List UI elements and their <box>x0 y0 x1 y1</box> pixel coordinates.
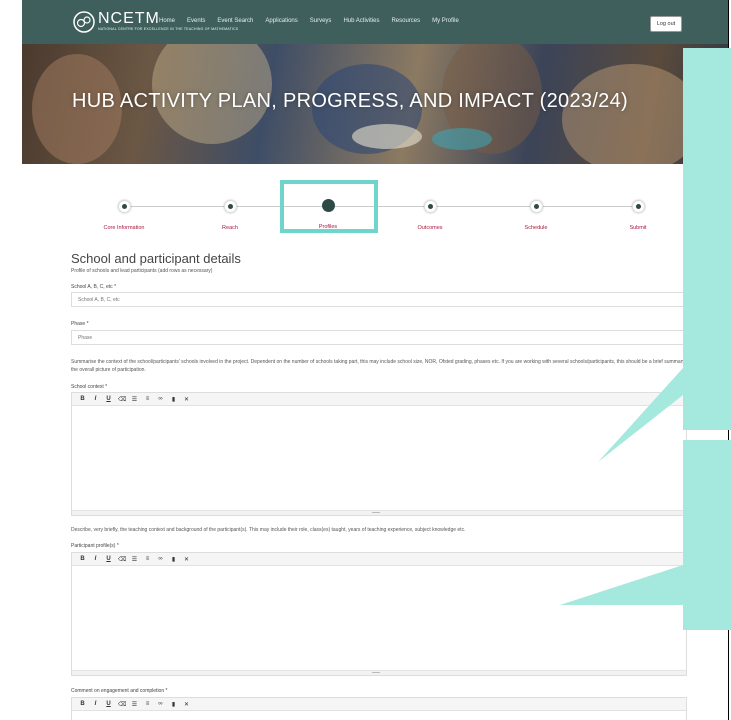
left-frame <box>0 0 23 720</box>
step-label: Schedule <box>524 225 548 231</box>
phase-input[interactable] <box>71 330 687 345</box>
engagement-label: Comment on engagement and completion * <box>71 688 168 694</box>
underline-icon[interactable]: U <box>105 701 112 707</box>
nav-hub-activities[interactable]: Hub Activities <box>343 18 379 24</box>
ncetm-logo-icon[interactable] <box>70 11 98 33</box>
step-core-information[interactable]: Core Information <box>84 200 164 231</box>
nav-events[interactable]: Events <box>187 18 205 24</box>
profile-help-text: Describe, very briefly, the teaching con… <box>71 527 466 533</box>
source-icon[interactable]: ▮ <box>170 556 177 563</box>
step-reach[interactable]: Reach <box>190 200 270 231</box>
step-label: Reach <box>222 225 238 231</box>
bullet-list-icon[interactable]: ☰ <box>131 556 138 563</box>
step-label: Submit <box>629 225 647 231</box>
remove-format-icon[interactable]: ⌫ <box>118 556 126 563</box>
participant-profile-editor[interactable]: B I U ⌫ ☰ ≡ ∞ ▮ ✕ <box>71 552 687 676</box>
fullscreen-icon[interactable]: ✕ <box>183 396 190 403</box>
step-dot-icon <box>223 200 237 213</box>
fullscreen-icon[interactable]: ✕ <box>183 556 190 563</box>
bold-icon[interactable]: B <box>79 396 86 402</box>
context-help-text: Summarise the context of the school/part… <box>71 359 691 373</box>
editor-toolbar: B I U ⌫ ☰ ≡ ∞ ▮ ✕ <box>72 553 686 566</box>
bullet-list-icon[interactable]: ☰ <box>131 396 138 403</box>
step-label: Core Information <box>103 225 145 231</box>
numbered-list-icon[interactable]: ≡ <box>144 701 151 707</box>
school-context-label: School context * <box>71 384 108 390</box>
page: NCETM NATIONAL CENTRE FOR EXCELLENCE IN … <box>22 0 728 720</box>
remove-format-icon[interactable]: ⌫ <box>118 701 126 708</box>
underline-icon[interactable]: U <box>105 396 112 402</box>
resize-handle[interactable] <box>72 670 686 675</box>
fullscreen-icon[interactable]: ✕ <box>183 701 190 708</box>
italic-icon[interactable]: I <box>92 701 99 707</box>
editor-toolbar: B I U ⌫ ☰ ≡ ∞ ▮ ✕ <box>72 393 686 406</box>
underline-icon[interactable]: U <box>105 556 112 562</box>
active-step-highlight <box>280 180 378 233</box>
logout-button[interactable]: Log out <box>650 16 682 32</box>
step-dot-icon <box>631 200 645 213</box>
step-schedule[interactable]: Schedule <box>496 200 576 231</box>
source-icon[interactable]: ▮ <box>170 701 177 708</box>
step-label: Outcomes <box>417 225 443 231</box>
step-dot-icon <box>117 200 131 213</box>
right-frame <box>728 0 729 720</box>
remove-format-icon[interactable]: ⌫ <box>118 396 126 403</box>
link-icon[interactable]: ∞ <box>157 701 164 707</box>
school-input[interactable] <box>71 292 687 307</box>
logo-subtitle: NATIONAL CENTRE FOR EXCELLENCE IN THE TE… <box>98 27 239 31</box>
section-subtitle: Profile of schools and lead participants… <box>71 268 213 274</box>
hero-banner: HUB ACTIVITY PLAN, PROGRESS, AND IMPACT … <box>22 44 728 164</box>
bullet-list-icon[interactable]: ☰ <box>131 701 138 708</box>
numbered-list-icon[interactable]: ≡ <box>144 556 151 562</box>
resize-handle[interactable] <box>72 510 686 515</box>
step-dot-icon <box>529 200 543 213</box>
link-icon[interactable]: ∞ <box>157 556 164 562</box>
source-icon[interactable]: ▮ <box>170 396 177 403</box>
engagement-editor[interactable]: B I U ⌫ ☰ ≡ ∞ ▮ ✕ <box>71 697 687 720</box>
nav-applications[interactable]: Applications <box>265 18 297 24</box>
italic-icon[interactable]: I <box>92 556 99 562</box>
step-dot-icon <box>423 200 437 213</box>
bold-icon[interactable]: B <box>79 556 86 562</box>
school-label: School A, B, C, etc * <box>71 284 117 290</box>
link-icon[interactable]: ∞ <box>157 396 164 402</box>
bold-icon[interactable]: B <box>79 701 86 707</box>
nav-resources[interactable]: Resources <box>391 18 420 24</box>
main-nav: Home Events Event Search Applications Su… <box>159 18 459 24</box>
phase-label: Phase * <box>71 321 89 327</box>
section-title: School and participant details <box>71 251 241 266</box>
school-context-editor[interactable]: B I U ⌫ ☰ ≡ ∞ ▮ ✕ <box>71 392 687 516</box>
editor-toolbar: B I U ⌫ ☰ ≡ ∞ ▮ ✕ <box>72 698 686 711</box>
numbered-list-icon[interactable]: ≡ <box>144 396 151 402</box>
nav-my-profile[interactable]: My Profile <box>432 18 459 24</box>
participant-profile-label: Participant profile(s) * <box>71 543 119 549</box>
nav-event-search[interactable]: Event Search <box>217 18 253 24</box>
nav-surveys[interactable]: Surveys <box>310 18 332 24</box>
top-navbar: NCETM NATIONAL CENTRE FOR EXCELLENCE IN … <box>22 0 728 44</box>
step-outcomes[interactable]: Outcomes <box>390 200 470 231</box>
italic-icon[interactable]: I <box>92 396 99 402</box>
page-title: HUB ACTIVITY PLAN, PROGRESS, AND IMPACT … <box>72 90 628 112</box>
nav-home[interactable]: Home <box>159 18 175 24</box>
step-submit[interactable]: Submit <box>598 200 678 231</box>
